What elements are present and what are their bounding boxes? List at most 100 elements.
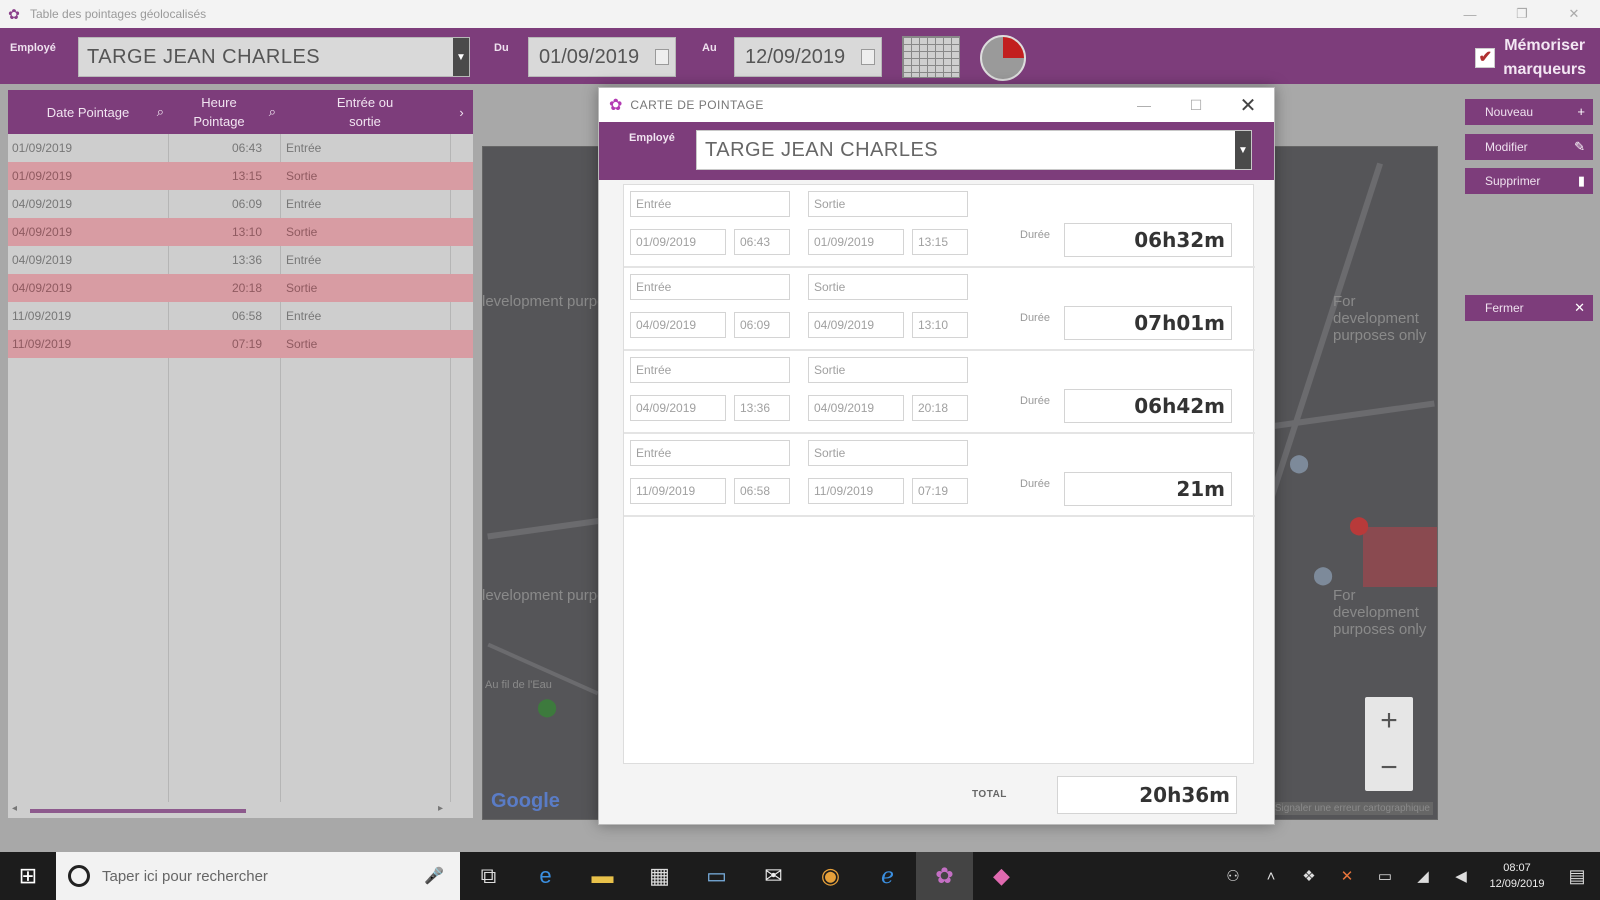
task-view-icon[interactable]: ⧉ [460, 852, 517, 900]
dialog-minimize-button[interactable]: — [1118, 88, 1170, 122]
table-row[interactable]: 11/09/2019 06:58 Entrée [8, 302, 473, 330]
calendar-grid-button[interactable] [902, 36, 960, 78]
edit-button[interactable]: Modifier ✎ [1465, 134, 1593, 160]
taskbar-search[interactable]: Taper ici pour rechercher 🎤 [56, 852, 460, 900]
network-icon[interactable]: ◢ [1404, 867, 1442, 885]
stats-pie-button[interactable] [980, 35, 1026, 81]
dropbox-icon[interactable]: ❖ [1290, 867, 1328, 885]
from-date-field[interactable]: 01/09/2019 [528, 37, 676, 77]
windev-app-icon[interactable]: ✿ [916, 852, 973, 900]
table-row[interactable]: 11/09/2019 07:19 Sortie [8, 330, 473, 358]
system-tray: ⚇ ˄ ❖ ✕ ▭ ◢ ◀ 08:07 12/09/2019 ▤ [1214, 852, 1600, 900]
remote-desktop-icon[interactable]: ▭ [688, 852, 745, 900]
map-error-link[interactable]: Signaler une erreur cartographique [1271, 802, 1433, 815]
edge-icon[interactable]: e [517, 852, 574, 900]
map-pin-icon[interactable]: ⬤ [537, 697, 557, 718]
memorize-markers[interactable]: ✔ Mémoriser marqueurs [1475, 34, 1586, 82]
search-icon[interactable]: ⌕ [157, 102, 164, 121]
scroll-thumb[interactable] [30, 809, 246, 813]
entry-date-field[interactable]: 01/09/2019 [630, 229, 726, 255]
exit-time-field[interactable]: 13:15 [912, 229, 968, 255]
taskbar-clock[interactable]: 08:07 12/09/2019 [1480, 860, 1554, 892]
search-icon[interactable]: ⌕ [269, 102, 276, 121]
mail-icon[interactable]: ✉ [745, 852, 802, 900]
entry-time-field[interactable]: 06:58 [734, 478, 790, 504]
scroll-left-arrow-icon[interactable]: ◂ [12, 803, 17, 814]
cortana-icon[interactable] [68, 865, 90, 887]
table-row[interactable]: 04/09/2019 13:10 Sortie [8, 218, 473, 246]
exit-time-field[interactable]: 13:10 [912, 312, 968, 338]
memorize-label: Mémoriser marqueurs [1503, 34, 1586, 82]
table-row[interactable]: 04/09/2019 20:18 Sortie [8, 274, 473, 302]
people-icon[interactable]: ⚇ [1214, 867, 1252, 885]
to-date-field[interactable]: 12/09/2019 [734, 37, 882, 77]
column-type[interactable]: Entrée ou sortie [280, 90, 450, 134]
scroll-right-icon[interactable]: › [450, 90, 473, 134]
cell-date: 01/09/2019 [12, 141, 73, 155]
dialog-close-button[interactable]: ✕ [1222, 88, 1274, 122]
zoom-in-button[interactable]: + [1365, 697, 1413, 744]
horizontal-scrollbar[interactable]: ◂ ▸ [8, 802, 473, 818]
chevron-up-icon[interactable]: ˄ [1252, 868, 1290, 885]
dialog-titlebar: ✿ CARTE DE POINTAGE — ☐ ✕ [599, 88, 1274, 122]
map-pin-icon[interactable]: ⬤ [1313, 565, 1333, 586]
column-time[interactable]: Heure Pointage ⌕ [168, 90, 280, 134]
table-row[interactable]: 01/09/2019 06:43 Entrée [8, 134, 473, 162]
table-row[interactable]: 01/09/2019 13:15 Sortie [8, 162, 473, 190]
entry-time-field[interactable]: 06:09 [734, 312, 790, 338]
scroll-right-arrow-icon[interactable]: ▸ [438, 803, 443, 814]
internet-explorer-icon[interactable]: ℯ [859, 852, 916, 900]
combo-arrow-icon[interactable]: ▼ [453, 38, 469, 76]
app-tray-icon[interactable]: ✕ [1328, 867, 1366, 885]
map-pin-icon[interactable]: ⬤ [1289, 453, 1309, 474]
entry-date-field[interactable]: 04/09/2019 [630, 395, 726, 421]
combo-arrow-icon[interactable]: ▼ [1235, 131, 1251, 169]
exit-date-field[interactable]: 01/09/2019 [808, 229, 904, 255]
cell-type: Entrée [286, 141, 322, 155]
dialog-employee-combo[interactable]: TARGE JEAN CHARLES ▼ [696, 130, 1252, 170]
entry-date-field[interactable]: 04/09/2019 [630, 312, 726, 338]
entry-date-field[interactable]: 11/09/2019 [630, 478, 726, 504]
cell-type: Sortie [286, 281, 318, 295]
column-date[interactable]: Date Pointage ⌕ [8, 90, 168, 134]
battery-icon[interactable]: ▭ [1366, 867, 1404, 885]
duration-label: Durée [1020, 229, 1050, 241]
new-button[interactable]: Nouveau + [1465, 99, 1593, 125]
duration-value: 07h01m [1064, 306, 1232, 340]
entry-label-field: Entrée [630, 274, 790, 300]
employee-combo[interactable]: TARGE JEAN CHARLES ▼ [78, 37, 470, 77]
map-pin-icon[interactable]: ⬤ [1349, 515, 1369, 536]
microphone-icon[interactable]: 🎤 [424, 866, 444, 886]
windows-taskbar: ⊞ Taper ici pour rechercher 🎤 ⧉ e ▬ ▦ ▭ … [0, 852, 1600, 900]
table-row[interactable]: 04/09/2019 13:36 Entrée [8, 246, 473, 274]
minimize-button[interactable]: — [1444, 0, 1496, 28]
cell-date: 04/09/2019 [12, 225, 73, 239]
exit-date-field[interactable]: 04/09/2019 [808, 312, 904, 338]
volume-icon[interactable]: ◀ [1442, 867, 1480, 885]
table-row[interactable]: 04/09/2019 06:09 Entrée [8, 190, 473, 218]
notification-icon[interactable]: ▤ [1554, 866, 1600, 887]
store-icon[interactable]: ▦ [631, 852, 688, 900]
file-explorer-icon[interactable]: ▬ [574, 852, 631, 900]
dialog-maximize-button[interactable]: ☐ [1170, 88, 1222, 122]
exit-time-field[interactable]: 07:19 [912, 478, 968, 504]
window-title: Table des pointages géolocalisés [30, 7, 207, 21]
restore-button[interactable]: ❐ [1496, 0, 1548, 28]
exit-date-field[interactable]: 11/09/2019 [808, 478, 904, 504]
cell-type: Entrée [286, 253, 322, 267]
close-button[interactable]: Fermer ✕ [1465, 295, 1593, 321]
memorize-checkbox[interactable]: ✔ [1475, 48, 1496, 68]
delete-button[interactable]: Supprimer ▮ [1465, 168, 1593, 194]
exit-time-field[interactable]: 20:18 [912, 395, 968, 421]
close-window-button[interactable]: ✕ [1548, 0, 1600, 28]
cell-time: 13:10 [232, 225, 263, 239]
calendar-icon[interactable] [861, 49, 875, 65]
windows-start-icon[interactable]: ⊞ [0, 852, 56, 900]
chrome-icon[interactable]: ◉ [802, 852, 859, 900]
calendar-icon[interactable] [655, 49, 669, 65]
entry-time-field[interactable]: 06:43 [734, 229, 790, 255]
exit-date-field[interactable]: 04/09/2019 [808, 395, 904, 421]
zoom-out-button[interactable]: − [1365, 744, 1413, 791]
entry-time-field[interactable]: 13:36 [734, 395, 790, 421]
maps-app-icon[interactable]: ◆ [973, 852, 1030, 900]
